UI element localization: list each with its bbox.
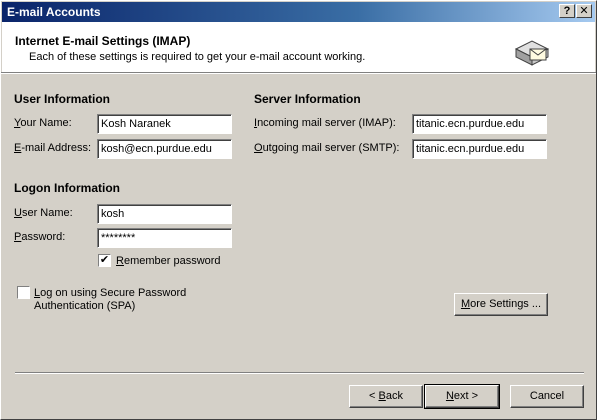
password-field[interactable]: ******** bbox=[97, 228, 232, 248]
your-name-label-text: our Name: bbox=[20, 117, 72, 129]
more-settings-accel: M bbox=[460, 298, 471, 310]
next-label: ext > bbox=[453, 390, 479, 402]
close-button[interactable]: ✕ bbox=[576, 4, 592, 18]
password-label-text: assword: bbox=[21, 231, 66, 243]
your-name-field[interactable]: Kosh Naranek bbox=[97, 114, 232, 134]
header-separator bbox=[1, 72, 596, 74]
more-settings-label: ore Settings ... bbox=[470, 298, 542, 310]
server-info-heading: Server Information bbox=[254, 92, 361, 106]
your-name-label: Your Name: bbox=[14, 117, 72, 129]
user-name-field[interactable]: kosh bbox=[97, 204, 232, 224]
remember-password-checkbox[interactable]: ✔ bbox=[98, 254, 111, 267]
email-accounts-dialog: E-mail Accounts ? ✕ Internet E-mail Sett… bbox=[0, 0, 597, 420]
header-pane: Internet E-mail Settings (IMAP) Each of … bbox=[2, 22, 595, 72]
remember-label-text: emember password bbox=[123, 255, 221, 267]
spa-label-line2[interactable]: Authentication (SPA) bbox=[34, 300, 135, 312]
back-accel: B bbox=[378, 390, 386, 402]
password-label: Password: bbox=[14, 231, 65, 243]
back-prefix: < bbox=[369, 390, 379, 402]
email-address-field[interactable]: kosh@ecn.purdue.edu bbox=[97, 139, 232, 159]
user-name-label: User Name: bbox=[14, 207, 73, 219]
spa-label-text: og on using Secure Password bbox=[40, 287, 187, 299]
outgoing-accel: O bbox=[254, 142, 263, 154]
next-accel: N bbox=[445, 390, 454, 402]
email-label-text: -mail Address: bbox=[21, 142, 92, 154]
envelope-server-icon bbox=[514, 40, 550, 66]
user-info-heading: User Information bbox=[14, 92, 111, 106]
outgoing-label-text: utgoing mail server (SMTP): bbox=[262, 142, 400, 154]
spa-label-line1[interactable]: Log on using Secure Password bbox=[34, 287, 186, 299]
window-title: E-mail Accounts bbox=[7, 5, 101, 19]
remember-password-label[interactable]: Remember password bbox=[116, 255, 221, 267]
user-name-label-text: ser Name: bbox=[21, 207, 73, 219]
outgoing-server-label: Outgoing mail server (SMTP): bbox=[254, 142, 400, 154]
email-address-label: E-mail Address: bbox=[14, 142, 91, 154]
title-bar: E-mail Accounts ? ✕ bbox=[2, 2, 595, 22]
help-button[interactable]: ? bbox=[559, 4, 575, 18]
back-button[interactable]: < Back bbox=[349, 385, 423, 408]
incoming-label-text: ncoming mail server (IMAP): bbox=[257, 117, 396, 129]
footer-separator bbox=[15, 372, 584, 374]
header-title: Internet E-mail Settings (IMAP) bbox=[15, 34, 191, 48]
logon-info-heading: Logon Information bbox=[14, 181, 120, 195]
cancel-button[interactable]: Cancel bbox=[510, 385, 584, 408]
back-label: ack bbox=[385, 390, 403, 402]
user-name-accel: U bbox=[14, 207, 22, 219]
next-button[interactable]: Next > bbox=[424, 384, 500, 409]
spa-checkbox[interactable] bbox=[17, 286, 30, 299]
incoming-server-field[interactable]: titanic.ecn.purdue.edu bbox=[412, 114, 547, 134]
outgoing-server-field[interactable]: titanic.ecn.purdue.edu bbox=[412, 139, 547, 159]
incoming-server-label: Incoming mail server (IMAP): bbox=[254, 117, 396, 129]
more-settings-button[interactable]: More Settings ... bbox=[454, 293, 548, 316]
header-subtitle: Each of these settings is required to ge… bbox=[29, 51, 366, 63]
remember-accel: R bbox=[116, 255, 124, 267]
